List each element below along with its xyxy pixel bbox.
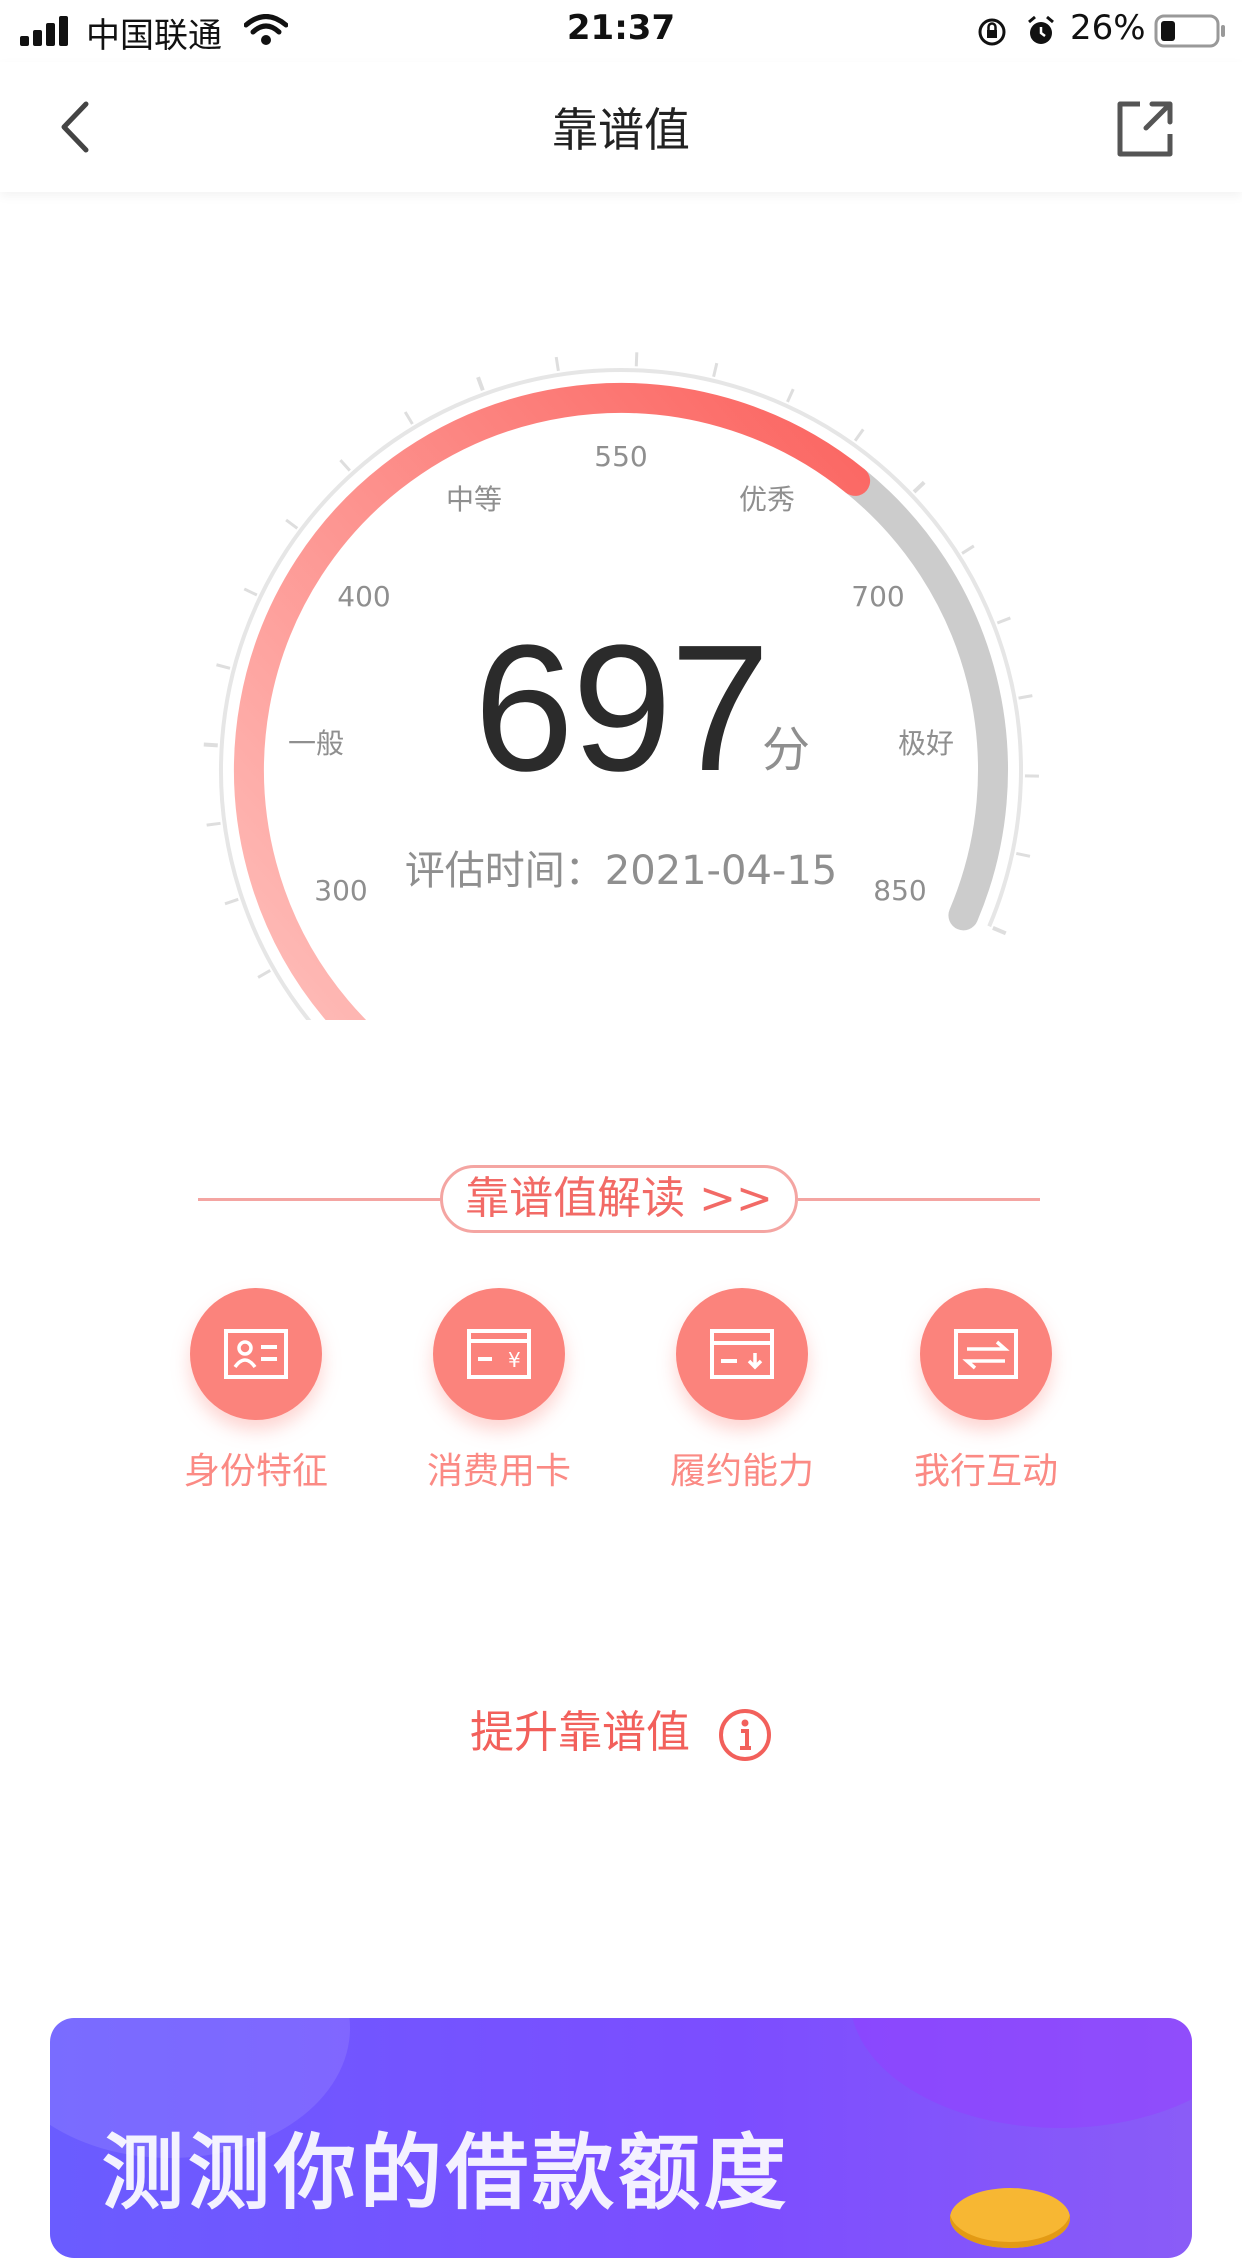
orientation-lock-icon: [976, 16, 1008, 48]
gauge-tick: [787, 389, 793, 402]
banner-title: 测测你的借款额度: [102, 2106, 790, 2225]
category-consumption[interactable]: ¥ 消费用卡: [399, 1288, 599, 1494]
interpretation-button[interactable]: 靠谱值解读 >>: [440, 1165, 798, 1233]
score-unit: 分: [762, 710, 810, 780]
share-button[interactable]: [1112, 96, 1178, 162]
rating-label-medium: 中等: [414, 478, 534, 518]
coin-illustration: [950, 2188, 1070, 2248]
boost-score-label: 提升靠谱值: [470, 1707, 690, 1758]
category-identity[interactable]: 身份特征: [156, 1288, 356, 1494]
gauge-tick: [993, 928, 1006, 933]
category-label: 履约能力: [642, 1442, 842, 1494]
evaluation-date: 评估时间：2021-04-15: [0, 838, 1242, 896]
bank-card-yuan-icon: ¥: [466, 1321, 532, 1387]
battery-icon: [1154, 14, 1226, 48]
score-gauge: 550 400 700 300 850 一般 中等 优秀 极好 697 分 评估…: [0, 300, 1242, 1020]
category-icon-bg: [676, 1288, 808, 1420]
info-icon: [718, 1708, 772, 1762]
page-title: 靠谱值: [0, 94, 1242, 160]
gauge-tick: [286, 520, 297, 528]
gauge-tick: [855, 429, 863, 440]
alarm-icon: [1024, 14, 1058, 48]
category-label: 消费用卡: [399, 1442, 599, 1494]
divider-right: [798, 1198, 1040, 1201]
gauge-tick: [914, 482, 924, 492]
svg-text:¥: ¥: [508, 1348, 521, 1372]
gauge-label-550: 550: [561, 440, 681, 473]
loan-quota-banner[interactable]: 测测你的借款额度: [50, 2018, 1192, 2258]
transfer-icon: [953, 1321, 1019, 1387]
divider-left: [198, 1198, 440, 1201]
gauge-tick: [714, 363, 717, 377]
score-value-wrap: 697: [0, 605, 1242, 812]
battery-percent: 26%: [1070, 8, 1146, 48]
category-icon-bg: [190, 1288, 322, 1420]
category-icon-bg: ¥: [433, 1288, 565, 1420]
status-bar: 中国联通 21:37 26%: [0, 0, 1242, 62]
gauge-tick: [478, 377, 483, 390]
card-download-icon: [709, 1321, 775, 1387]
category-icon-bg: [920, 1288, 1052, 1420]
id-card-icon: [223, 1321, 289, 1387]
gauge-tick: [244, 589, 257, 595]
boost-score-link[interactable]: 提升靠谱值: [0, 1696, 1242, 1762]
gauge-tick: [340, 460, 349, 470]
rating-label-excellent: 优秀: [707, 478, 827, 518]
gauge-tick: [405, 412, 412, 424]
score-value: 697: [474, 608, 768, 809]
gauge-tick: [258, 970, 270, 977]
category-interaction[interactable]: 我行互动: [886, 1288, 1086, 1494]
gauge-tick: [225, 899, 238, 903]
category-label: 我行互动: [886, 1442, 1086, 1494]
banner-decoration: [850, 2018, 1192, 2128]
share-icon: [1112, 96, 1178, 162]
gauge-tick: [962, 546, 974, 554]
category-fulfillment[interactable]: 履约能力: [642, 1288, 842, 1494]
gauge-tick: [556, 357, 558, 371]
category-label: 身份特征: [156, 1442, 356, 1494]
nav-bar: 靠谱值: [0, 62, 1242, 192]
gauge-tick: [207, 823, 221, 825]
gauge-tick: [636, 352, 637, 366]
